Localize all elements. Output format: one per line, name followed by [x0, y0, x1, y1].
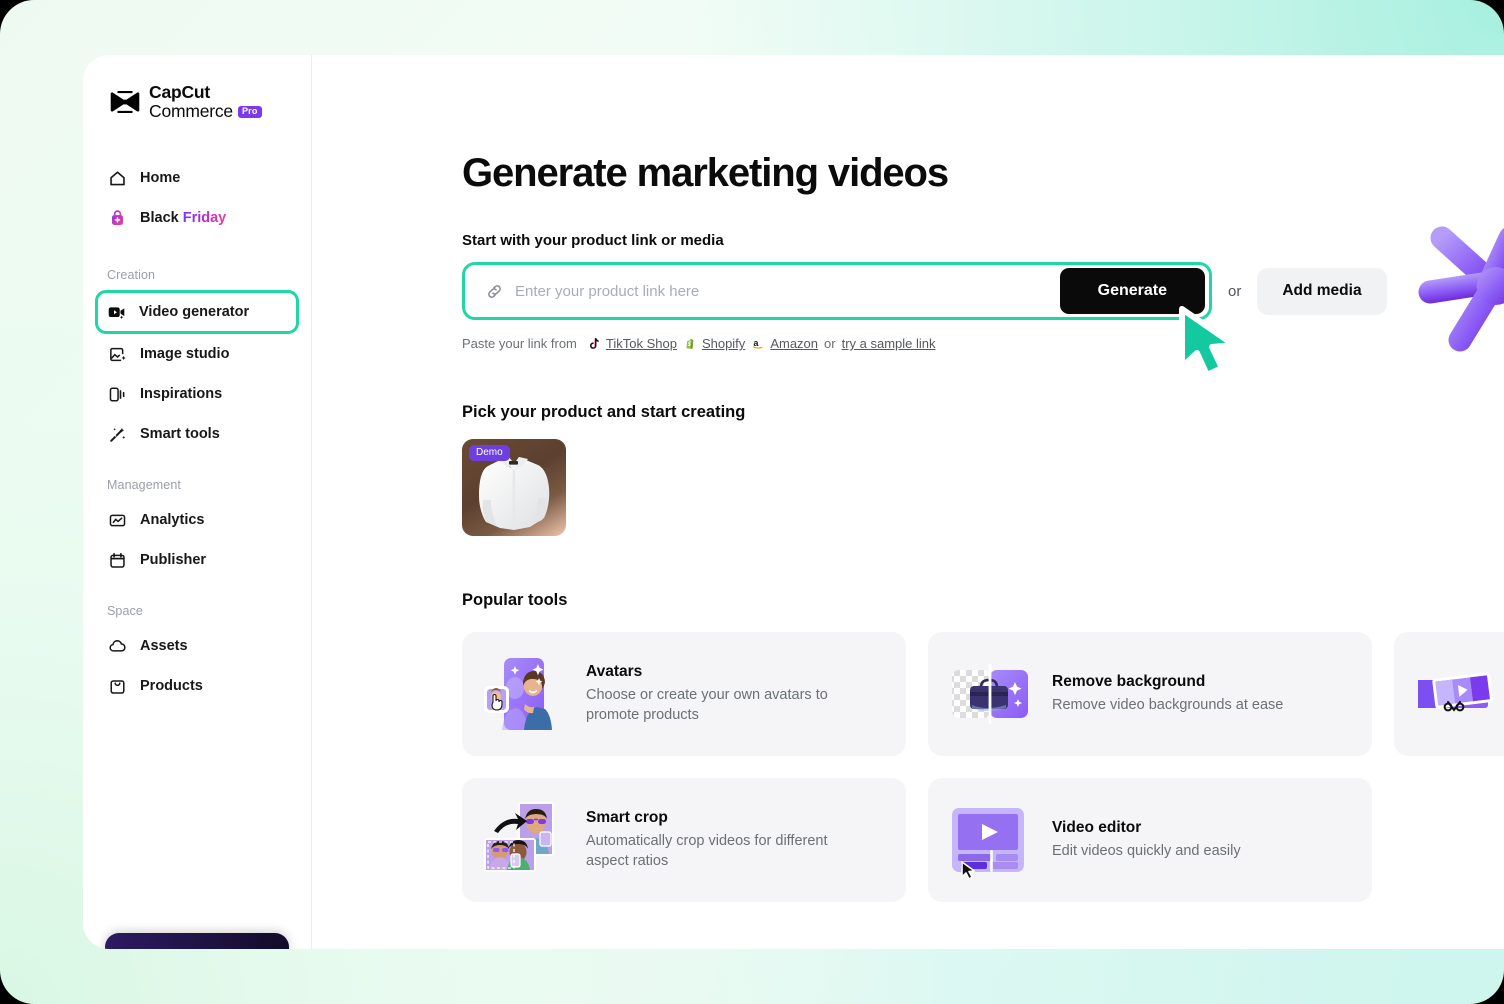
sidebar-item-label: Products [140, 678, 203, 695]
smart-crop-thumb [482, 798, 566, 882]
inspirations-icon [107, 384, 127, 404]
sidebar-item-smart-tools[interactable]: Smart tools [97, 414, 297, 454]
tool-title: Smart crop [586, 809, 668, 827]
tool-card-video-trim[interactable] [1394, 632, 1504, 756]
sidebar-item-inspirations[interactable]: Inspirations [97, 374, 297, 414]
sidebar-item-image-studio[interactable]: Image studio [97, 334, 297, 374]
sidebar-item-products[interactable]: Products [97, 666, 297, 706]
sidebar-item-label: Publisher [140, 552, 207, 569]
tool-card-video-editor[interactable]: Video editor Edit videos quickly and eas… [928, 778, 1372, 902]
bf-label-black: Black [140, 210, 183, 227]
source-link-label[interactable]: Amazon [770, 336, 818, 351]
sidebar-item-label: Video generator [139, 304, 250, 321]
video-editor-thumb [948, 798, 1032, 882]
sidebar-footer-banner[interactable] [105, 933, 289, 949]
tool-desc: Choose or create your own avatars to pro… [586, 687, 828, 723]
avatars-thumb [482, 652, 566, 736]
sidebar-nav: Home Black Friday Creation Video generat… [83, 158, 311, 706]
bf-label-friday: Friday [182, 210, 227, 227]
image-studio-icon [107, 344, 127, 364]
sidebar-item-assets[interactable]: Assets [97, 626, 297, 666]
sidebar-item-label: Inspirations [140, 386, 223, 403]
tool-card-remove-background[interactable]: Remove background Remove video backgroun… [928, 632, 1372, 756]
sidebar-item-video-generator[interactable]: Video generator [95, 290, 299, 335]
shopify-icon [683, 337, 697, 351]
product-link-box[interactable]: Generate [462, 262, 1212, 320]
calendar-icon [107, 550, 127, 570]
tool-title: Video editor [1052, 818, 1142, 836]
sidebar-item-label: Smart tools [140, 426, 220, 443]
sidebar-item-analytics[interactable]: Analytics [97, 500, 297, 540]
link-chain-icon [485, 282, 504, 301]
home-icon [107, 168, 127, 188]
app-logo[interactable]: CapCut Commerce Pro [83, 55, 311, 120]
app-window: CapCut Commerce Pro Home Black Friday Cr… [83, 55, 1504, 949]
page-title: Generate marketing videos [462, 151, 949, 195]
sidebar-item-home[interactable]: Home [97, 158, 297, 198]
try-sample-link[interactable]: try a sample link [842, 336, 936, 351]
sidebar-item-label: Analytics [140, 512, 205, 529]
pro-badge: Pro [237, 105, 262, 119]
main-content: Generate marketing videos Start with you… [312, 55, 1504, 949]
paste-prefix: Paste your link from [462, 336, 577, 351]
products-bag-icon [107, 676, 127, 696]
video-trim-thumb [1414, 652, 1498, 736]
sidebar: CapCut Commerce Pro Home Black Friday Cr… [83, 55, 312, 949]
source-shopify[interactable]: Shopify [683, 336, 745, 351]
page-background: CapCut Commerce Pro Home Black Friday Cr… [0, 0, 1504, 1004]
sidebar-item-label: Image studio [140, 346, 230, 363]
popular-tools-title: Popular tools [462, 591, 568, 609]
capcut-logo-icon [110, 89, 140, 115]
link-input-row: Generate or Add media [462, 262, 1504, 320]
magic-wand-icon [107, 424, 127, 444]
add-media-button[interactable]: Add media [1257, 267, 1387, 315]
source-link-label[interactable]: Shopify [702, 336, 745, 351]
sidebar-section-creation: Creation [107, 268, 156, 283]
tool-card-avatars[interactable]: Avatars Choose or create your own avatar… [462, 632, 906, 756]
sidebar-item-label: Assets [140, 638, 188, 655]
or-separator: or [1228, 282, 1242, 300]
tiktok-icon [587, 337, 601, 351]
remove-background-thumb [948, 652, 1032, 736]
sidebar-item-black-friday[interactable]: Black Friday [97, 198, 297, 238]
amazon-icon: a [751, 337, 765, 351]
tool-desc: Automatically crop videos for different … [586, 833, 828, 869]
paste-source-row: Paste your link from TikTok Shop Shopify… [462, 336, 1504, 351]
source-link-label[interactable]: TikTok Shop [606, 336, 677, 351]
product-link-input[interactable] [515, 265, 1060, 317]
paste-or: or [824, 336, 836, 351]
pick-product-title: Pick your product and start creating [462, 403, 746, 421]
logo-line-2: Commerce [149, 100, 233, 121]
gift-bag-icon [107, 208, 127, 228]
tool-title: Remove background [1052, 672, 1206, 690]
cloud-icon [107, 636, 127, 656]
analytics-icon [107, 510, 127, 530]
sidebar-item-publisher[interactable]: Publisher [97, 540, 297, 580]
svg-text:a: a [753, 338, 758, 348]
pick-product-section: Pick your product and start creating Dem… [462, 403, 1504, 536]
start-label: Start with your product link or media [462, 232, 724, 249]
source-tiktok-shop[interactable]: TikTok Shop [587, 336, 677, 351]
source-amazon[interactable]: a Amazon [751, 336, 818, 351]
popular-tools-grid: Avatars Choose or create your own avatar… [462, 632, 1504, 902]
video-generator-icon [106, 302, 126, 322]
sidebar-section-management: Management [107, 478, 181, 493]
sidebar-section-space: Space [107, 604, 143, 619]
sidebar-item-label: Black Friday [140, 210, 226, 226]
sidebar-item-label: Home [140, 170, 181, 187]
tool-desc: Remove video backgrounds at ease [1052, 696, 1284, 713]
logo-line-1: CapCut [149, 82, 211, 102]
product-thumbnail[interactable]: Demo [462, 439, 566, 536]
popular-tools-section: Popular tools Avatars Choose or create y… [462, 591, 1504, 902]
tool-desc: Edit videos quickly and easily [1052, 842, 1241, 859]
tool-card-smart-crop[interactable]: Smart crop Automatically crop videos for… [462, 778, 906, 902]
demo-badge: Demo [469, 445, 510, 461]
tool-title: Avatars [586, 663, 643, 681]
generate-button[interactable]: Generate [1059, 268, 1205, 314]
